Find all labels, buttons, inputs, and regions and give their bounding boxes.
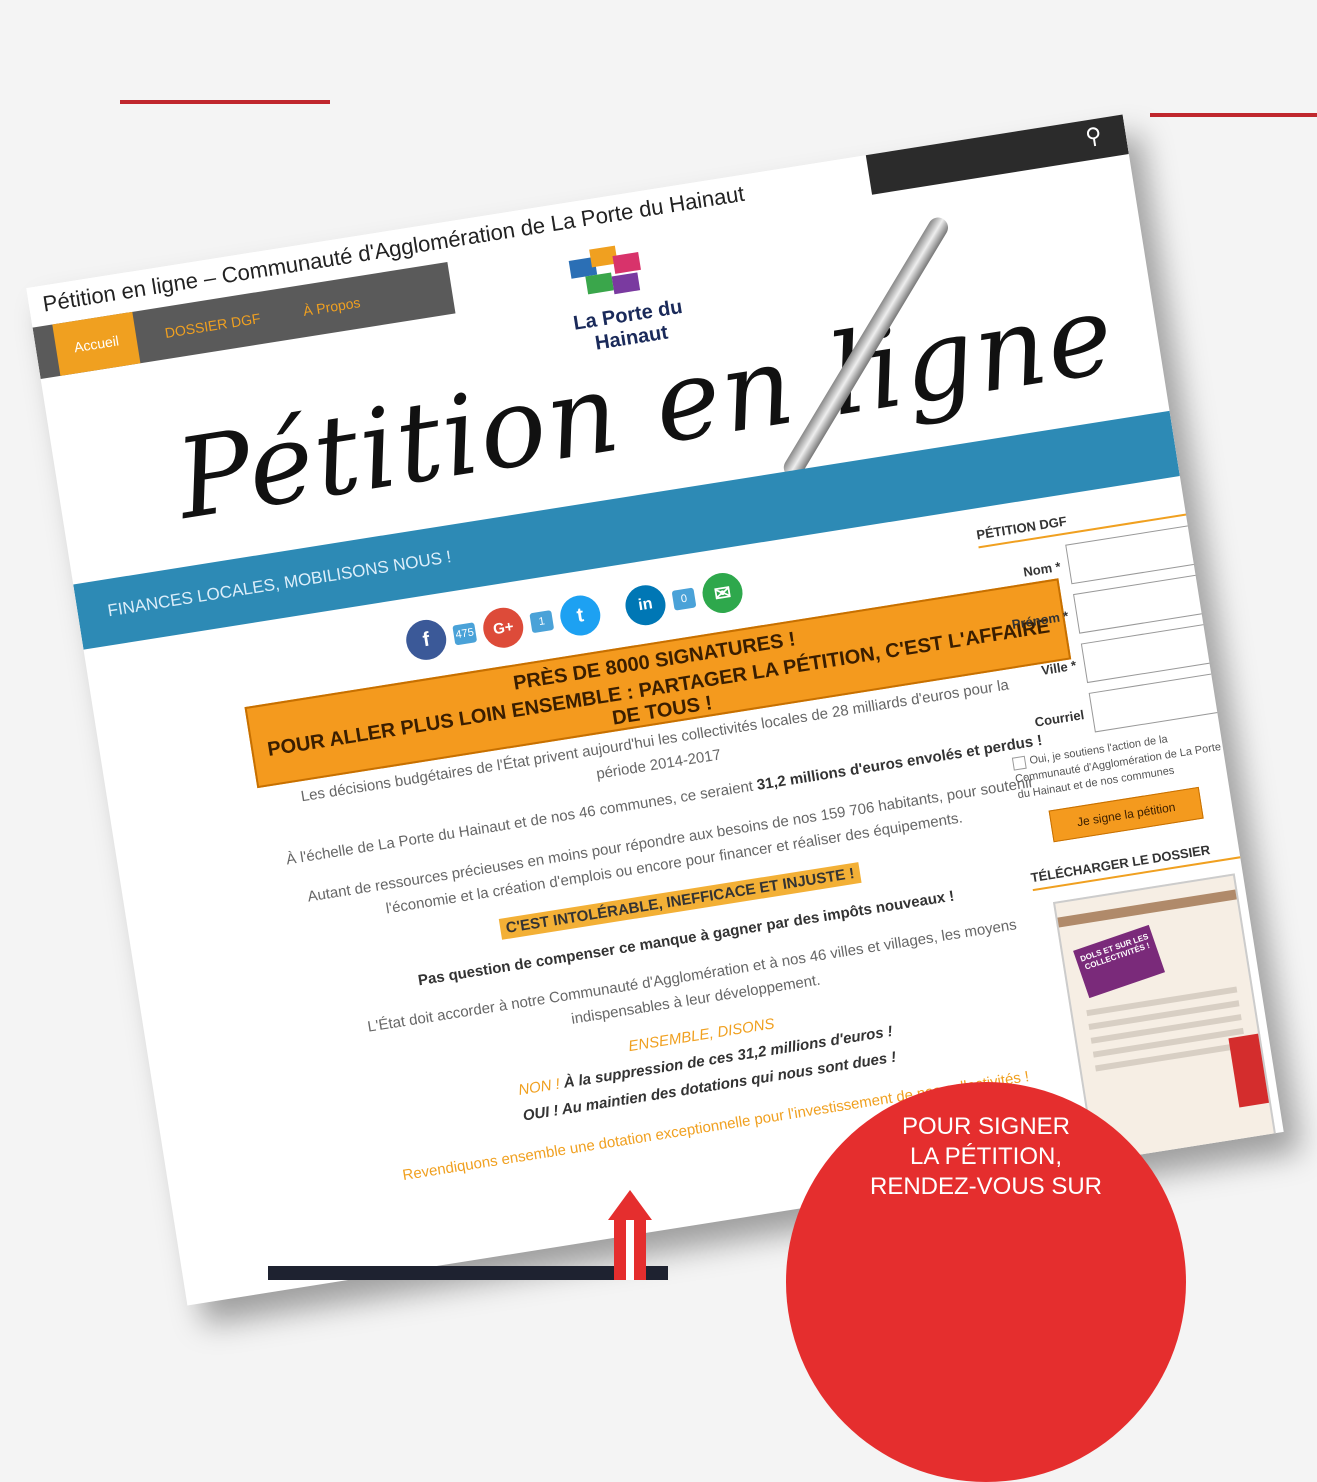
prenom-input[interactable] [1073, 574, 1204, 634]
promo-line-3: RENDEZ-VOUS SUR [869, 1173, 1103, 1200]
arrow-head [608, 1190, 652, 1220]
twitter-icon[interactable]: t [557, 592, 604, 639]
search-bar: ⚲ [862, 114, 1129, 195]
sign-petition-button[interactable]: Je signe la pétition [1048, 786, 1204, 843]
consent-checkbox[interactable] [1011, 755, 1027, 771]
facebook-icon[interactable]: f [403, 617, 450, 663]
field-courriel-label: Courriel [1033, 706, 1086, 730]
email-icon[interactable]: ✉ [699, 570, 746, 616]
section-heading: FINANCES LOCALES, MOBILISONS NOUS ! [106, 547, 453, 621]
google-plus-icon[interactable]: G+ [480, 604, 527, 651]
cover-red-flag [1228, 1033, 1270, 1108]
linkedin-count: 0 [671, 587, 697, 611]
courriel-input[interactable] [1088, 673, 1220, 733]
up-arrow-icon [608, 1190, 652, 1280]
promo-line-2: LA PÉTITION, [909, 1143, 1063, 1170]
field-ville-label: Ville * [1040, 657, 1078, 678]
nav-item-a-propos[interactable]: À Propos [299, 276, 364, 336]
cover-tag: DOLS ET SUR LES COLLECTIVITÉS ! [1073, 924, 1166, 999]
non-label: NON ! [517, 1075, 561, 1099]
video-thumbnail-edge [268, 1266, 668, 1280]
nav-item-accueil[interactable]: Accueil [52, 311, 141, 376]
promo-badge: POUR SIGNER LA PÉTITION, RENDEZ-VOUS SUR [786, 1082, 1186, 1482]
search-icon[interactable]: ⚲ [1084, 122, 1104, 150]
linkedin-icon[interactable]: in [622, 582, 669, 629]
promo-line-1: POUR SIGNER [901, 1113, 1071, 1140]
field-prenom-label: Prénom * [1010, 607, 1070, 632]
ville-input[interactable] [1080, 623, 1212, 684]
cover-text-line [1095, 1041, 1247, 1072]
logo-mark [567, 239, 664, 302]
field-nom-label: Nom * [1022, 558, 1062, 580]
google-plus-count: 1 [529, 610, 555, 634]
nom-input[interactable] [1065, 525, 1196, 585]
facebook-count: 475 [452, 622, 478, 646]
arrow-notch [626, 1220, 634, 1280]
cover-band [1057, 889, 1237, 928]
